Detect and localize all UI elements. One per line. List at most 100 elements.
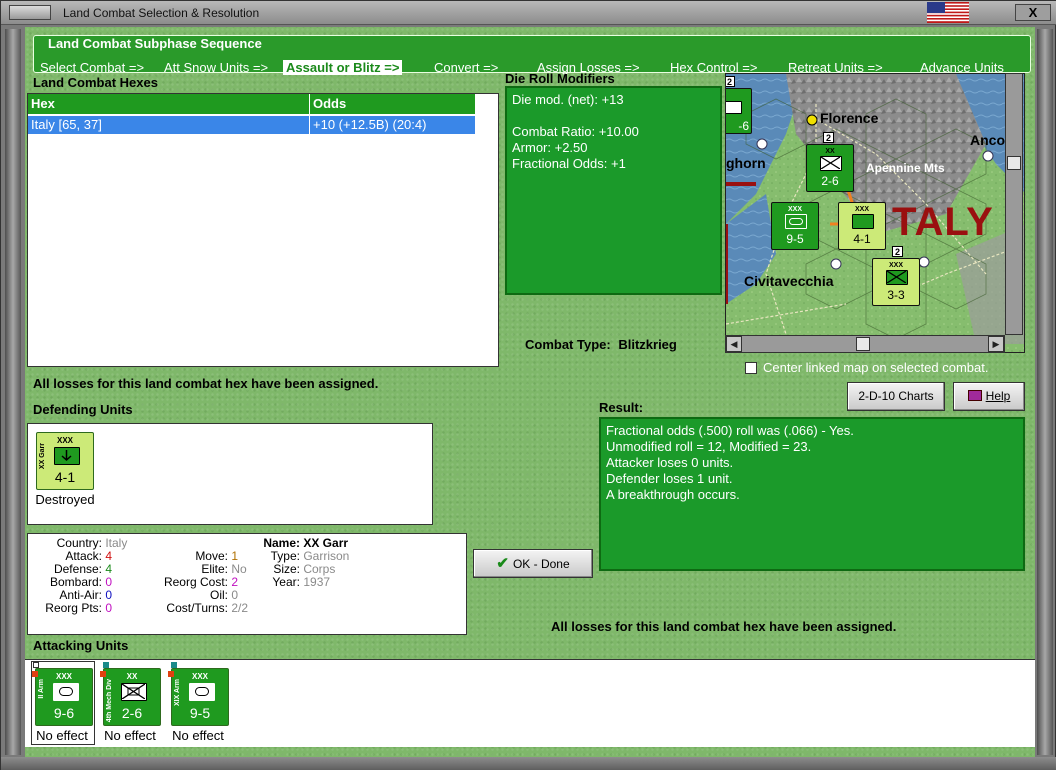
info-size: Size: Corps <box>273 562 336 576</box>
fractional-odds-mod: Fractional Odds: +1 <box>512 156 626 171</box>
garrison-icon <box>54 447 80 465</box>
charts-button[interactable]: 2-D-10 Charts <box>847 382 945 411</box>
map-label-italy: TALY <box>892 200 994 244</box>
checkmark-icon: ✔ <box>496 555 509 572</box>
mech-infantry-icon <box>820 156 842 171</box>
die-roll-modifiers-panel: Die mod. (net): +13 Combat Ratio: +10.00… <box>505 86 722 295</box>
info-move: Move: 1 <box>195 549 239 563</box>
us-flag-icon <box>927 2 969 23</box>
hex-loss-status: All losses for this land combat hex have… <box>33 376 379 391</box>
unit-info-panel: Country: Italy Attack: 4 Defense: 4 Bomb… <box>27 533 467 635</box>
center-linked-map-checkbox[interactable] <box>745 362 757 374</box>
linked-map[interactable]: Florence Apennine Mts Anco ghorn Civitav… <box>725 73 1025 353</box>
map-unit-4th-mech-div[interactable]: XX 2-6 <box>806 144 854 192</box>
map-stack-badge: 2 <box>892 246 903 257</box>
system-menu-button[interactable] <box>9 5 51 20</box>
attacking-unit-4th-mech-div[interactable]: XX 4th Mech Div 2-6 <box>100 668 161 726</box>
map-label-livorno: ghorn <box>726 155 766 171</box>
step-select-combat[interactable]: Select Combat => <box>40 60 144 75</box>
attacking-unit-result: No effect <box>172 728 224 743</box>
result-line-roll: Unmodified roll = 12, Modified = 23. <box>606 439 812 454</box>
map-vscroll-thumb[interactable] <box>1007 156 1021 170</box>
map-unit-stats: 2-6 <box>821 174 839 188</box>
armor-icon <box>785 214 807 229</box>
info-year: Year: 1937 <box>272 575 331 589</box>
subphase-sequence-title: Land Combat Subphase Sequence <box>46 36 264 51</box>
map-unit-size: XXX <box>854 206 869 213</box>
close-button[interactable]: X <box>1015 4 1051 21</box>
result-line-defender-losses: Defender loses 1 unit. <box>606 471 733 486</box>
attacking-unit-result: No effect <box>36 728 88 743</box>
help-button[interactable]: Help <box>953 382 1025 411</box>
info-reorg-cost: Reorg Cost: 2 <box>163 575 239 589</box>
map-hscroll-thumb[interactable] <box>856 337 870 351</box>
combat-ratio-mod: Combat Ratio: +10.00 <box>512 124 639 139</box>
result-line-attacker-losses: Attacker loses 0 units. <box>606 455 734 470</box>
map-unit-size: XXX <box>787 206 802 213</box>
unit-combat-stats: 9-6 <box>53 705 75 721</box>
map-unit-stats: -6 <box>738 119 749 133</box>
unit-symbol-icon <box>726 101 742 114</box>
info-name: Name: XX Garr <box>263 536 349 550</box>
dialog-client-area: Land Combat Subphase Sequence Select Com… <box>25 27 1035 757</box>
die-roll-modifiers-heading: Die Roll Modifiers <box>505 71 615 86</box>
step-convert[interactable]: Convert => <box>434 60 498 75</box>
step-att-snow-units[interactable]: Att Snow Units => <box>164 60 268 75</box>
defending-unit-xx-garr[interactable]: XXX XX Garr 4-1 <box>36 432 94 490</box>
map-unit-size: XX <box>825 148 835 155</box>
map-unit-xix-arm[interactable]: XXX 9-5 <box>771 202 819 250</box>
center-linked-map-option[interactable]: Center linked map on selected combat. <box>745 360 988 375</box>
land-combat-window: Land Combat Selection & Resolution X Lan… <box>0 0 1056 770</box>
scroll-left-arrow-icon[interactable]: ◀ <box>726 336 742 352</box>
map-vertical-scrollbar[interactable] <box>1005 73 1023 335</box>
table-row-hex[interactable]: Italy [65, 37] <box>28 116 310 134</box>
attacking-units-heading: Attacking Units <box>33 638 129 653</box>
window-title: Land Combat Selection & Resolution <box>63 6 260 20</box>
info-anti-air: Anti-Air: 0 <box>59 588 113 602</box>
map-stack-badge: 2 <box>726 76 735 87</box>
defending-units-panel: XXX XX Garr 4-1 Destroyed <box>27 423 433 525</box>
map-label-ancona: Anco <box>970 132 1005 148</box>
unit-combat-stats: 4-1 <box>54 469 76 485</box>
unit-vertical-name: II Arm <box>38 679 45 699</box>
result-line-fractional-odds: Fractional odds (.500) roll was (.066) -… <box>606 423 854 438</box>
map-stack-badge: 2 <box>823 132 834 143</box>
help-button-label: Help <box>985 389 1011 403</box>
info-reorg-pts: Reorg Pts: 0 <box>45 601 113 615</box>
column-header-odds[interactable]: Odds <box>310 94 476 114</box>
armor-mod: Armor: +2.50 <box>512 140 588 155</box>
step-assault-or-blitz[interactable]: Assault or Blitz => <box>283 60 403 75</box>
attacking-unit-xix-arm[interactable]: XXX XIX Arm 9-5 <box>168 668 229 726</box>
map-label-apennine-mts: Apennine Mts <box>866 161 945 175</box>
ok-done-button[interactable]: ✔ OK - Done <box>473 549 593 578</box>
map-unit-stats: 3-3 <box>887 288 905 302</box>
map-unit-size: XXX <box>888 262 903 269</box>
info-elite: Elite: No <box>201 562 247 576</box>
subphase-sequence: Land Combat Subphase Sequence Select Com… <box>33 35 1031 75</box>
unit-vertical-name: XX Garr <box>39 443 46 470</box>
armor-icon <box>53 683 79 701</box>
table-row-odds[interactable]: +10 (+12.5B) (20:4) <box>310 116 476 134</box>
attacking-units-panel: XXX II Arm 9-6 No effect XX 4th Mech Div… <box>25 659 1035 747</box>
map-unit-xx-garr[interactable]: XXX 4-1 <box>838 202 886 250</box>
map-unit-xi-corps[interactable]: XXX 3-3 <box>872 258 920 306</box>
map-unit-stats: 9-5 <box>786 232 804 246</box>
info-oil: Oil: 0 <box>210 588 239 602</box>
mech-infantry-icon <box>121 683 147 701</box>
map-horizontal-scrollbar[interactable]: ◀ ▶ <box>725 335 1005 353</box>
unit-combat-stats: 2-6 <box>121 705 143 721</box>
help-book-icon <box>967 390 982 401</box>
map-unit-partial[interactable]: -6 <box>726 88 752 134</box>
center-linked-map-label: Center linked map on selected combat. <box>763 360 989 375</box>
info-defense: Defense: 4 <box>53 562 113 576</box>
die-mod-spacer <box>512 108 715 124</box>
attacking-unit-ii-arm[interactable]: XXX II Arm 9-6 <box>32 668 93 726</box>
land-combat-hexes-heading: Land Combat Hexes <box>33 75 158 90</box>
defending-unit-result: Destroyed <box>35 492 95 507</box>
column-header-hex[interactable]: Hex <box>28 94 310 114</box>
land-combat-hexes-table: Hex Odds Italy [65, 37] +10 (+12.5B) (20… <box>27 93 499 367</box>
combat-type-value: Blitzkrieg <box>618 337 677 352</box>
scroll-right-arrow-icon[interactable]: ▶ <box>988 336 1004 352</box>
bottom-frame <box>1 757 1056 770</box>
info-type: Type: Garrison <box>270 549 350 563</box>
